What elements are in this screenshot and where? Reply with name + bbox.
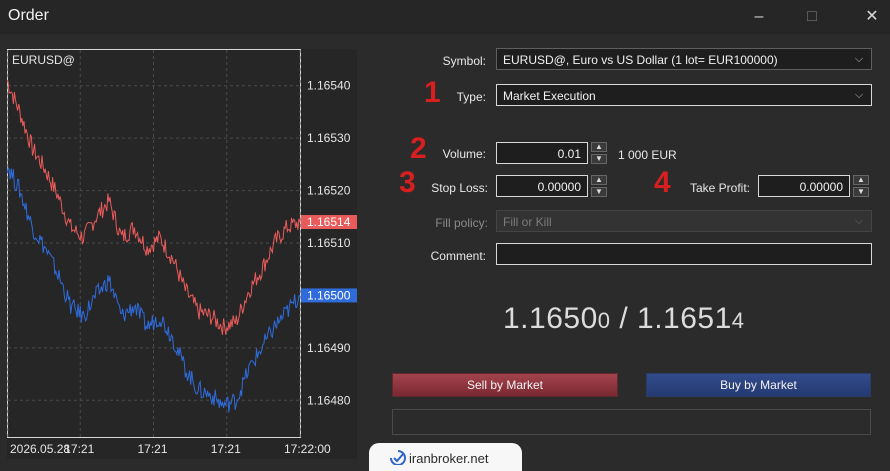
price-chart: 1.16540 1.16530 1.16520 1.16510 1.16490 1.164… xyxy=(6,49,357,459)
chevron-down-icon: ⌵ xyxy=(854,53,864,65)
annotation-3: 3 xyxy=(399,166,416,199)
window-title: Order xyxy=(8,7,49,24)
volume-value: 0.01 xyxy=(557,147,581,161)
y-tick-label: 1.16480 xyxy=(307,393,351,407)
stoploss-input[interactable]: 0.00000 xyxy=(496,175,588,197)
x-tick-label: 17:22:00 xyxy=(284,442,331,456)
takeprofit-label: Take Profit: xyxy=(689,181,750,195)
comment-label: Comment: xyxy=(430,249,486,263)
x-tick-label: 17:21 xyxy=(138,442,168,456)
y-tick-label: 1.16540 xyxy=(307,79,351,93)
volume-label: Volume: xyxy=(442,147,486,161)
ask-main: 1.1651 xyxy=(637,302,732,335)
x-tick-label: 2026.05.28 xyxy=(10,442,70,456)
down-arrow-icon: ▼ xyxy=(591,154,607,164)
stoploss-stepper[interactable]: ▲ ▼ xyxy=(591,175,607,197)
x-tick-label: 17:21 xyxy=(64,442,94,456)
bid-main: 1.1650 xyxy=(503,302,598,335)
y-tick-label: 1.16530 xyxy=(307,131,351,145)
status-bar xyxy=(392,409,871,435)
minimize-button[interactable]: – xyxy=(747,5,771,29)
annotation-4: 4 xyxy=(654,166,671,199)
brand-text: iranbroker.net xyxy=(409,451,489,466)
fill-policy-value: Fill or Kill xyxy=(503,215,552,229)
quote-separator: / xyxy=(610,302,638,335)
takeprofit-stepper[interactable]: ▲ ▼ xyxy=(853,175,869,197)
symbol-select[interactable]: EURUSD@, Euro vs US Dollar (1 lot= EUR10… xyxy=(496,48,872,70)
takeprofit-input[interactable]: 0.00000 xyxy=(758,175,850,197)
symbol-value: EURUSD@, Euro vs US Dollar (1 lot= EUR10… xyxy=(503,53,778,67)
brand-watermark: iranbroker.net xyxy=(369,443,522,471)
down-arrow-icon: ▼ xyxy=(591,187,607,197)
volume-input[interactable]: 0.01 xyxy=(496,142,588,164)
chart-svg: 1.16540 1.16530 1.16520 1.16510 1.16490 1.164… xyxy=(6,49,357,456)
up-arrow-icon: ▲ xyxy=(591,175,607,185)
comment-input[interactable] xyxy=(496,243,872,265)
type-select[interactable]: Market Execution ⌵ xyxy=(496,84,872,106)
annotation-2: 2 xyxy=(410,132,427,165)
ask-small: 4 xyxy=(731,308,745,333)
chevron-down-icon: ⌵ xyxy=(854,89,864,101)
takeprofit-value: 0.00000 xyxy=(799,180,843,194)
stoploss-value: 0.00000 xyxy=(537,180,581,194)
volume-stepper[interactable]: ▲ ▼ xyxy=(591,142,607,164)
price-tag: 1.16514 xyxy=(307,215,351,229)
y-tick-label: 1.16490 xyxy=(307,341,351,355)
maximize-button[interactable]: □ xyxy=(800,5,824,29)
annotation-1: 1 xyxy=(424,76,441,109)
price-tag: 1.16500 xyxy=(307,288,351,302)
y-tick-label: 1.16520 xyxy=(307,184,351,198)
stoploss-label: Stop Loss: xyxy=(431,181,488,195)
close-button[interactable]: ✕ xyxy=(860,5,884,29)
type-label: Type: xyxy=(456,90,486,104)
volume-unit: 1 000 EUR xyxy=(618,148,677,162)
sell-button[interactable]: Sell by Market xyxy=(392,373,618,397)
symbol-label: Symbol: xyxy=(442,54,486,68)
buy-button[interactable]: Buy by Market xyxy=(646,373,871,397)
up-arrow-icon: ▲ xyxy=(591,142,607,152)
check-chart-icon xyxy=(390,450,406,465)
bid-small: 0 xyxy=(597,308,611,333)
quote-display: 1.16500 / 1.16514 xyxy=(503,302,745,336)
fill-policy-select: Fill or Kill ⌵ xyxy=(496,210,872,232)
up-arrow-icon: ▲ xyxy=(853,175,869,185)
title-bar: Order – □ ✕ xyxy=(0,0,890,34)
fill-policy-label: Fill policy: xyxy=(435,216,488,230)
chart-symbol: EURUSD@ xyxy=(12,53,75,67)
type-value: Market Execution xyxy=(503,89,596,103)
down-arrow-icon: ▼ xyxy=(853,187,869,197)
x-tick-label: 17:21 xyxy=(211,442,241,456)
chevron-down-icon: ⌵ xyxy=(854,215,864,227)
y-tick-label: 1.16510 xyxy=(307,236,351,250)
